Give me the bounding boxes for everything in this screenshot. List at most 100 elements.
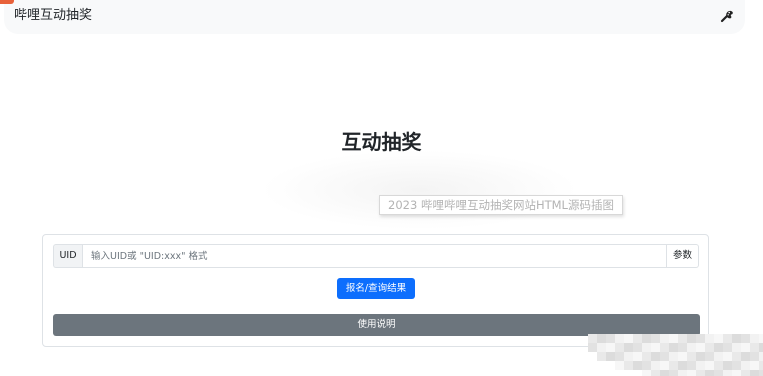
mosaic-cell [759,334,763,343]
mosaic-cell [588,343,597,352]
page-title: 互动抽奖 [341,130,422,154]
mosaic-cell [669,343,678,352]
mosaic-cell [606,343,615,352]
palette-icon[interactable] [719,8,735,24]
mosaic-cell [669,334,678,343]
mosaic-cell [723,370,732,376]
page: 哔哩互动抽奖 互动抽奖 2023 哔哩哔哩互动抽奖网站HTML源码插图 UID … [0,0,763,376]
params-button[interactable]: 参数 [667,244,699,268]
mosaic-cell [759,352,763,361]
mosaic-cell [732,370,741,376]
mosaic-cell [732,361,741,370]
mosaic-cell [741,352,750,361]
mosaic-cell [660,343,669,352]
mosaic-cell [741,370,750,376]
mosaic-cell [696,370,705,376]
mosaic-cell [669,370,678,376]
mosaic-cell [624,352,633,361]
mosaic-cell [597,334,606,343]
mosaic-cell [723,352,732,361]
mosaic-cell [642,343,651,352]
mosaic-cell [678,352,687,361]
mosaic-cell [642,370,651,376]
mosaic-cell [750,361,759,370]
register-query-button[interactable]: 报名/查询结果 [337,278,415,299]
mosaic-cell [759,370,763,376]
brand-title[interactable]: 哔哩互动抽奖 [14,7,92,25]
mosaic-cell [669,361,678,370]
mosaic-cell [588,334,597,343]
uid-label: UID [53,244,82,268]
mosaic-cell [624,334,633,343]
help-button[interactable]: 使用说明 [53,314,700,336]
mosaic-cell [714,370,723,376]
mosaic-cell [750,334,759,343]
image-watermark: 2023 哔哩哔哩互动抽奖网站HTML源码插图 [379,195,623,215]
background-smudge [260,150,580,230]
top-navbar: 哔哩互动抽奖 [4,0,745,34]
mosaic-cell [633,352,642,361]
mosaic-cell [687,361,696,370]
mosaic-cell [741,361,750,370]
mosaic-cell [723,343,732,352]
mosaic-cell [651,343,660,352]
mosaic-cell [597,352,606,361]
mosaic-cell [705,352,714,361]
mosaic-cell [696,361,705,370]
mosaic-cell [705,343,714,352]
mosaic-cell [678,334,687,343]
mosaic-cell [741,343,750,352]
mosaic-cell [687,352,696,361]
lottery-form-card: UID 参数 报名/查询结果 使用说明 [42,234,709,347]
mosaic-cell [741,334,750,343]
mosaic-cell [633,343,642,352]
uid-input-group: UID 参数 [53,244,699,268]
mosaic-cell [714,343,723,352]
mosaic-cell [714,334,723,343]
mosaic-cell [750,343,759,352]
mosaic-cell [651,361,660,370]
mosaic-cell [705,370,714,376]
mosaic-cell [750,370,759,376]
mosaic-cell [714,352,723,361]
mosaic-cell [732,334,741,343]
mosaic-cell [651,334,660,343]
mosaic-cell [669,352,678,361]
mosaic-cell [615,352,624,361]
mosaic-cell [678,361,687,370]
mosaic-cell [651,352,660,361]
mosaic-cell [642,334,651,343]
mosaic-cell [642,352,651,361]
mosaic-cell [696,343,705,352]
mosaic-cell [660,370,669,376]
mosaic-cell [687,370,696,376]
mosaic-cell [696,352,705,361]
mosaic-cell [723,334,732,343]
corner-badge [0,0,14,4]
mosaic-cell [687,334,696,343]
mosaic-cell [597,343,606,352]
mosaic-cell [759,361,763,370]
mosaic-cell [714,361,723,370]
mosaic-cell [687,343,696,352]
mosaic-cell [660,334,669,343]
mosaic-cell [732,352,741,361]
mosaic-cell [642,361,651,370]
mosaic-watermark [588,334,763,376]
mosaic-cell [615,334,624,343]
mosaic-cell [759,343,763,352]
mosaic-cell [624,343,633,352]
mosaic-cell [660,361,669,370]
mosaic-cell [624,361,633,370]
mosaic-cell [696,334,705,343]
mosaic-cell [606,352,615,361]
mosaic-cell [705,334,714,343]
mosaic-cell [660,352,669,361]
mosaic-cell [633,334,642,343]
mosaic-cell [633,361,642,370]
mosaic-cell [732,343,741,352]
mosaic-cell [615,343,624,352]
mosaic-cell [678,370,687,376]
mosaic-cell [723,361,732,370]
uid-input[interactable] [82,244,667,268]
